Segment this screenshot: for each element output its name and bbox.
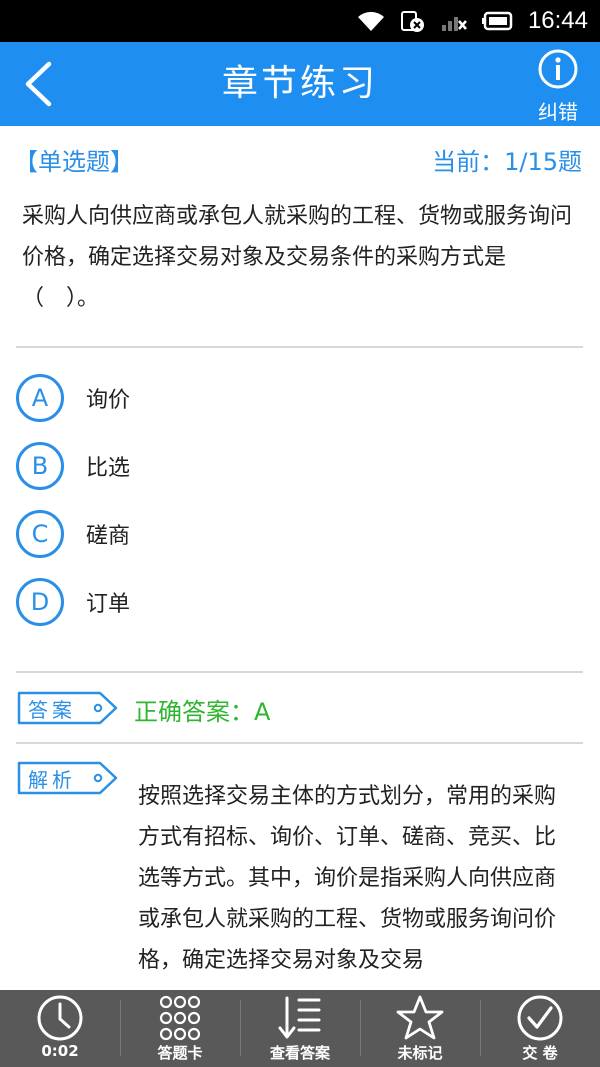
option-text: 磋商 — [86, 524, 131, 549]
submit-button[interactable]: 交 卷 — [480, 990, 600, 1067]
grid-dots-icon — [159, 995, 201, 1041]
option-c[interactable]: C 磋商 — [16, 507, 576, 561]
bottom-toolbar: 0:02 答题卡 查看答案 未标记 交 卷 — [0, 990, 600, 1067]
timer-label: 0:02 — [41, 1042, 79, 1060]
report-error-button[interactable]: 纠错 — [526, 48, 590, 124]
option-letter-circle: B — [16, 442, 64, 490]
option-letter-circle: A — [16, 374, 64, 422]
view-answer-button[interactable]: 查看答案 — [240, 990, 360, 1067]
divider — [16, 742, 583, 744]
analysis-tag: 解析 — [16, 760, 120, 796]
analysis-tag-label: 解析 — [28, 768, 76, 792]
option-letter-circle: C — [16, 510, 64, 558]
option-a[interactable]: A 询价 — [16, 371, 576, 425]
option-letter-circle: D — [16, 578, 64, 626]
question-type-label: 【单选题】 — [14, 148, 134, 176]
sim-blocked-icon — [400, 11, 424, 32]
answer-tag-label: 答案 — [28, 698, 76, 722]
status-icons: 16:44 — [356, 0, 588, 42]
list-down-arrow-icon — [278, 996, 321, 1039]
submit-label: 交 卷 — [522, 1044, 558, 1062]
divider — [16, 346, 583, 348]
battery-icon — [481, 11, 513, 31]
question-text: 采购人向供应商或承包人就采购的工程、货物或服务询问价格，确定选择交易对象及交易条… — [22, 204, 573, 311]
mark-button[interactable]: 未标记 — [360, 990, 480, 1067]
wifi-icon — [357, 11, 384, 31]
correct-answer-text: 正确答案：A — [134, 698, 271, 726]
option-text: 询价 — [86, 388, 131, 413]
answer-card-button[interactable]: 答题卡 — [120, 990, 240, 1067]
star-icon — [396, 995, 444, 1040]
answer-tag: 答案 — [16, 690, 120, 726]
question-progress: 当前：1/15题 — [432, 148, 582, 176]
clock-time: 16:44 — [527, 7, 588, 34]
divider — [16, 671, 583, 673]
option-d[interactable]: D 订单 — [16, 575, 576, 629]
option-b[interactable]: B 比选 — [16, 439, 576, 493]
page-title: 章节练习 — [221, 63, 378, 104]
app-header: 章节练习 纠错 — [0, 42, 600, 126]
view-answer-label: 查看答案 — [269, 1044, 330, 1062]
check-circle-icon — [517, 995, 563, 1041]
answer-card-label: 答题卡 — [157, 1044, 203, 1062]
info-icon — [538, 49, 578, 89]
clock-icon — [37, 995, 83, 1041]
mark-label: 未标记 — [397, 1044, 443, 1062]
timer-button[interactable]: 0:02 — [0, 990, 120, 1067]
analysis-text: 按照选择交易主体的方式划分，常用的采购方式有招标、询价、订单、磋商、竞买、比选等… — [138, 784, 557, 973]
option-text: 订单 — [86, 592, 131, 617]
status-bar: 16:44 — [0, 0, 600, 42]
report-error-label: 纠错 — [538, 100, 578, 124]
option-text: 比选 — [86, 456, 131, 481]
signal-icon — [441, 17, 467, 31]
